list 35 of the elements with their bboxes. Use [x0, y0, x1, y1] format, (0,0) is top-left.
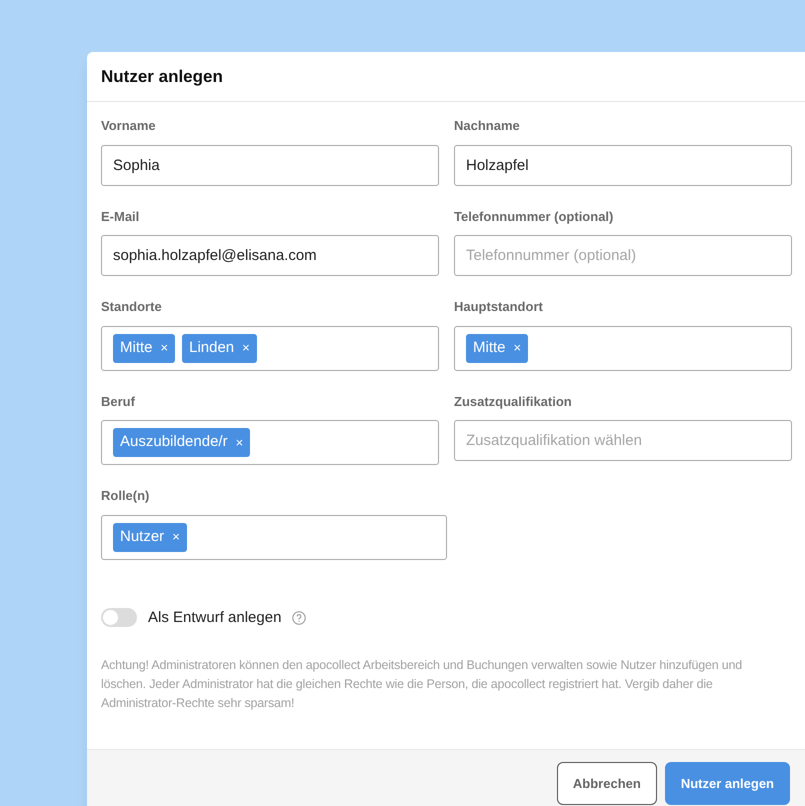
- tag-select-field[interactable]: Auszubildende/r ×: [101, 420, 439, 465]
- field-label: Beruf: [101, 392, 136, 410]
- tag-select-field[interactable]: Nutzer ×: [101, 514, 447, 560]
- text-input-field[interactable]: Holzapfel: [454, 144, 792, 186]
- remove-tag-button[interactable]: ×: [242, 338, 250, 358]
- tag-select-field[interactable]: Mitte × Linden ×: [101, 326, 439, 370]
- field-label: Zusatzqualifikation: [454, 392, 573, 411]
- tag-label: Mitte: [120, 338, 153, 358]
- toggle-label: Als Entwurf anlegen: [148, 608, 282, 628]
- remove-tag-button[interactable]: ×: [514, 338, 522, 358]
- remove-tag-button[interactable]: ×: [236, 432, 244, 452]
- text-input-field[interactable]: Sophia: [101, 144, 439, 186]
- field-label: Telefonnummer (optional): [454, 208, 614, 226]
- field-label: E-Mail: [101, 208, 140, 226]
- tag-label: Auszubildende/r: [120, 432, 228, 452]
- text-input-field[interactable]: Telefonnummer (optional): [454, 235, 792, 276]
- admin-warning-text: Achtung! Administratoren können den apocollect Arbeitsbereich und Buchungen verwalten sowie Nutzer hinzufügen und löschen. Jeder Administrator hat die gleichen Rechte wie die Person, die apocollect registriert hat. Vergib daher die Administrator-Rechte sehr sparsam!: [100, 657, 744, 712]
- field-label: Hauptstandort: [454, 298, 544, 316]
- tag-label: Mitte: [473, 338, 506, 358]
- text-input-field[interactable]: sophia.holzapfel@elisana.com: [101, 235, 439, 276]
- dialog-title: Nutzer anlegen: [101, 66, 223, 88]
- tag-label: Nutzer: [120, 526, 164, 547]
- field-label: Rolle(n): [101, 487, 150, 505]
- select-field[interactable]: Zusatzqualifikation wählen: [454, 420, 792, 461]
- remove-tag-button[interactable]: ×: [160, 338, 168, 358]
- tag-select-field[interactable]: Mitte ×: [454, 326, 792, 370]
- remove-tag-button[interactable]: ×: [172, 527, 180, 547]
- submit-button[interactable]: Nutzer anlegen: [664, 762, 790, 805]
- field-label: Nachname: [454, 117, 521, 135]
- field-label: Vorname: [101, 117, 157, 135]
- help-icon[interactable]: [292, 610, 306, 625]
- toggle-switch[interactable]: [101, 608, 137, 628]
- cancel-button[interactable]: Abbrechen: [556, 762, 657, 805]
- tag-label: Linden: [189, 338, 234, 358]
- field-label: Standorte: [101, 298, 163, 316]
